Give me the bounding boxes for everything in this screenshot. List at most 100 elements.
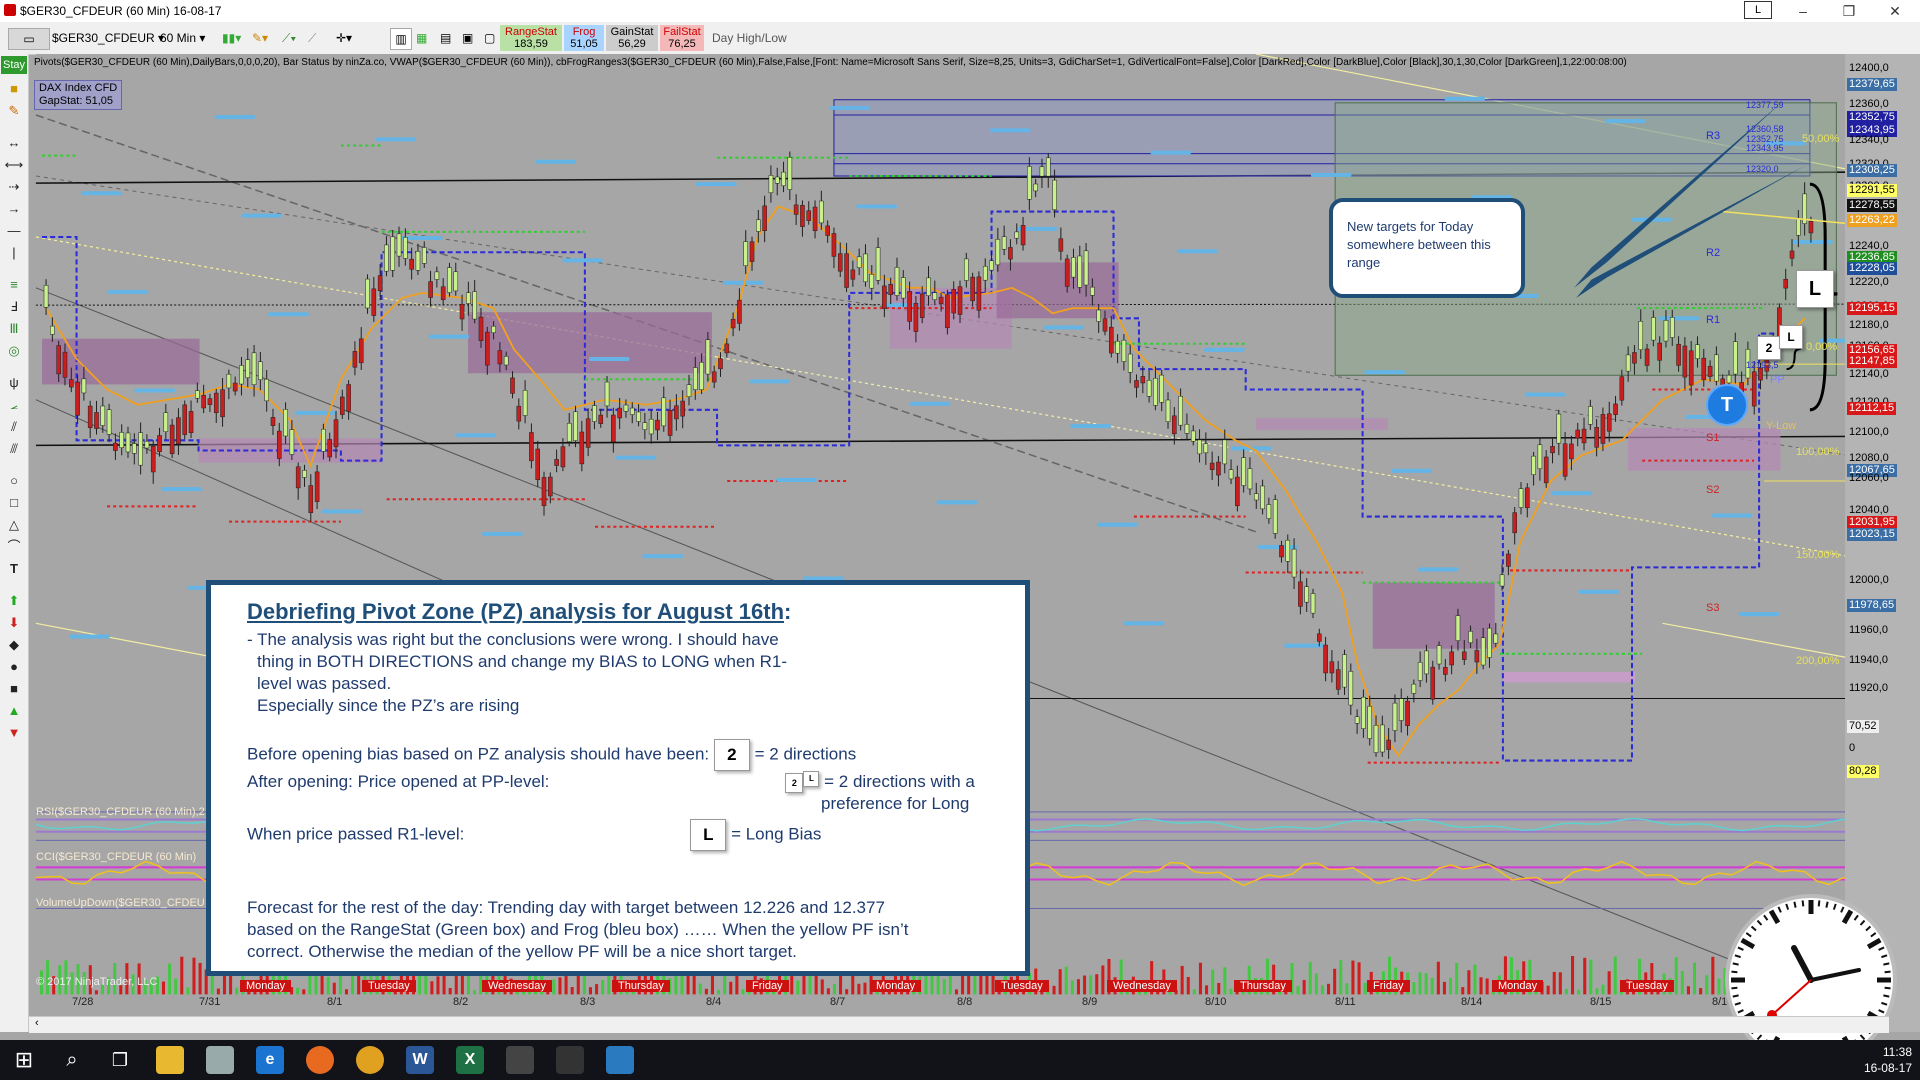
frog-level-3: 12343,95 [1746, 143, 1784, 153]
price-label: 12278,55 [1847, 199, 1897, 212]
instrument-link-icon[interactable]: ▭ [8, 28, 50, 50]
horizontal-scrollbar[interactable]: ‹ [29, 1016, 1889, 1033]
channel-icon[interactable]: ⫻ [4, 440, 24, 458]
arrow-right-icon[interactable]: → [4, 200, 24, 218]
indicators-icon[interactable]: ▦ [416, 28, 427, 48]
start-icon[interactable]: ⊞ [10, 1046, 38, 1074]
frog-level-4: 12320,0 [1746, 164, 1779, 174]
triangle-icon[interactable]: △ [4, 516, 24, 534]
close-icon[interactable]: ✕ [1872, 0, 1918, 22]
taskbar: ⊞ ⌕ ❐ e W X 11:38 16-08-17 [0, 1040, 1920, 1080]
file-explorer-icon[interactable] [156, 1046, 184, 1074]
text-icon[interactable]: T [4, 560, 24, 578]
triangle-down-icon[interactable]: ▼ [4, 724, 24, 742]
pencil-icon[interactable]: ✎▾ [252, 28, 268, 48]
firefox-icon[interactable] [306, 1046, 334, 1074]
dot-icon[interactable]: ● [4, 658, 24, 676]
task-view-icon[interactable]: ❐ [106, 1046, 134, 1074]
arrow-line-icon[interactable]: ⇢ [4, 178, 24, 196]
copyright-label: © 2017 NinjaTrader, LLC [36, 976, 158, 988]
after-bias-box-a: 2 [785, 772, 804, 793]
day-marker: Wednesday [1107, 980, 1177, 992]
horizontal-line-icon[interactable]: — [4, 222, 24, 240]
system-clock[interactable]: 11:38 16-08-17 [1864, 1044, 1912, 1076]
excel-icon[interactable]: X [456, 1046, 484, 1074]
rangestat-button[interactable]: RangeStat 183,59 [500, 25, 562, 51]
word-icon[interactable]: W [406, 1046, 434, 1074]
stay-button[interactable]: Stay [1, 56, 27, 74]
price-label: 11920,0 [1849, 682, 1888, 694]
arrow-down-icon[interactable]: ⬇ [4, 614, 24, 632]
arc-icon[interactable]: ⌒ [4, 538, 24, 556]
fib-100: 100,00% [1796, 446, 1840, 458]
square-icon[interactable]: ■ [4, 680, 24, 698]
callout-text: New targets for Today somewhere between … [1347, 219, 1491, 270]
andrews-pitchfork-icon[interactable]: ψ [4, 374, 24, 392]
frog-high-label: 12377,59 [1746, 100, 1784, 110]
gainstat-button[interactable]: GainStat 56,29 [606, 25, 658, 51]
rectangle-icon[interactable]: □ [4, 494, 24, 512]
day-high-low-button[interactable]: Day High/Low [712, 28, 787, 48]
ellipse-icon[interactable]: ○ [4, 472, 24, 490]
timeframe-selector[interactable]: 60 Min ▾ [160, 28, 205, 48]
eraser-icon[interactable]: ⟋ [308, 28, 316, 48]
price-label: 12100,0 [1849, 426, 1889, 438]
fib-circle-icon[interactable]: ◎ [4, 342, 24, 360]
app-icon-10[interactable] [606, 1046, 634, 1074]
fib-time-icon[interactable]: Ⅲ [4, 320, 24, 338]
app-icon-9[interactable] [556, 1046, 584, 1074]
debrief-note: Debriefing Pivot Zone (PZ) analysis for … [206, 580, 1030, 976]
scroll-left-icon[interactable]: ‹ [35, 1017, 39, 1029]
ray-icon[interactable]: ↔ [4, 134, 24, 152]
fib-retracement-icon[interactable]: ≡ [4, 276, 24, 294]
diamond-icon[interactable]: ◆ [4, 636, 24, 654]
price-label: 80,28 [1847, 765, 1879, 778]
triangle-up-icon[interactable]: ▲ [4, 702, 24, 720]
debrief-before: Before opening bias based on PZ analysis… [247, 739, 989, 771]
day-marker: Tuesday [362, 980, 416, 992]
r1-bias-box: L [690, 819, 727, 851]
failstat-button[interactable]: FailStat 76,25 [660, 25, 704, 51]
debrief-after: After opening: Price opened at PP-level:… [247, 771, 975, 793]
gann-fan-icon[interactable]: ⦟ [4, 396, 24, 414]
price-label: 12400,0 [1849, 62, 1889, 74]
after-bias-box-b: L [803, 771, 820, 787]
strategy-icon[interactable]: ▤ [440, 28, 451, 48]
frog-button[interactable]: Frog 51,05 [564, 25, 604, 51]
window-badge[interactable]: L [1744, 1, 1772, 19]
app-icon [4, 4, 16, 16]
draw-tool-icon[interactable]: ⟋▾ [282, 28, 296, 48]
edge-icon[interactable]: e [256, 1046, 284, 1074]
date-label: 7/28 [72, 996, 94, 1008]
frog-level-5: 12193,5 [1746, 360, 1779, 370]
date-label: 8/10 [1205, 996, 1227, 1008]
instrument-selector[interactable]: $GER30_CFDEUR ▾ [52, 28, 164, 48]
zoom-icon[interactable]: ▥ [390, 28, 412, 50]
price-label: 12140,0 [1849, 368, 1889, 380]
fib-extension-icon[interactable]: Ⅎ [4, 298, 24, 316]
regression-icon[interactable]: ⫽ [4, 418, 24, 436]
day-marker: Wednesday [482, 980, 552, 992]
template-icon[interactable]: ▢ [484, 28, 495, 48]
restore-icon[interactable]: ❐ [1826, 0, 1872, 22]
bar-type-icon[interactable]: ▮▮▾ [222, 28, 241, 48]
minimize-icon[interactable]: – [1780, 0, 1826, 22]
vertical-line-icon[interactable]: | [4, 244, 24, 262]
level-r3: R3 [1706, 130, 1721, 142]
properties-icon[interactable]: ▣ [462, 28, 473, 48]
search-icon[interactable]: ⌕ [58, 1046, 86, 1074]
brush-icon[interactable]: ✎ [4, 102, 24, 120]
highlight-icon[interactable]: ■ [4, 80, 24, 98]
date-label: 8/9 [1082, 996, 1098, 1008]
price-label: 12340,0 [1849, 134, 1889, 146]
crosshair-icon[interactable]: ✛▾ [336, 28, 352, 48]
date-label: 8/14 [1461, 996, 1483, 1008]
ninjatrader-icon[interactable] [506, 1046, 534, 1074]
debrief-forecast-3: correct. Otherwise the median of the yel… [247, 942, 797, 961]
arrow-up-icon[interactable]: ⬆ [4, 592, 24, 610]
chrome-icon[interactable] [356, 1046, 384, 1074]
fib-0: 0,00% [1806, 341, 1838, 353]
extended-line-icon[interactable]: ⟷ [4, 156, 24, 174]
debrief-forecast-2: based on the RangeStat (Green box) and F… [247, 920, 909, 939]
app-icon-2[interactable] [206, 1046, 234, 1074]
